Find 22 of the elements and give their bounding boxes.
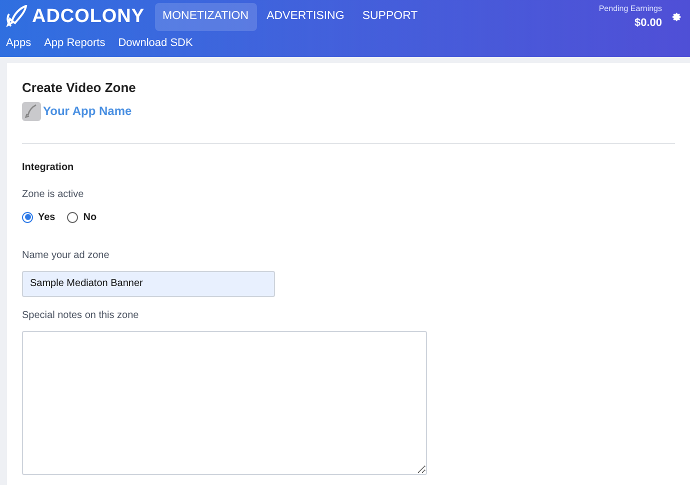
nav-tab[interactable]: MONETIZATION	[154, 3, 257, 31]
nav-tab[interactable]: ADVERTISING	[258, 3, 352, 31]
section-heading: Integration	[22, 160, 75, 174]
field-label: Special notes on this zone	[22, 308, 140, 322]
radio-option[interactable]: No	[67, 210, 97, 224]
app-icon	[22, 102, 41, 120]
earnings-value: $0.00	[634, 16, 662, 31]
page-title: Create Video Zone	[22, 79, 137, 97]
field-label: Name your ad zone	[22, 248, 110, 262]
earnings-label: Pending Earnings	[598, 2, 662, 15]
app-name[interactable]: Your App Name	[43, 102, 132, 120]
input-field[interactable]: Sample Mediaton Banner	[22, 270, 275, 296]
notes-field[interactable]	[22, 330, 427, 474]
settings-icon[interactable]	[672, 12, 682, 22]
subnav-link[interactable]: App Reports	[44, 35, 106, 52]
nav-tab[interactable]: SUPPORT	[354, 3, 426, 31]
subnav-link[interactable]: Apps	[6, 35, 32, 52]
radio-option[interactable]: Yes	[22, 210, 56, 224]
subnav-link[interactable]: Download SDK	[118, 35, 193, 52]
field-label: Zone is active	[22, 188, 85, 202]
rocket-icon	[6, 5, 28, 29]
logo-wordmark[interactable]: ADCOLONY	[32, 2, 145, 32]
